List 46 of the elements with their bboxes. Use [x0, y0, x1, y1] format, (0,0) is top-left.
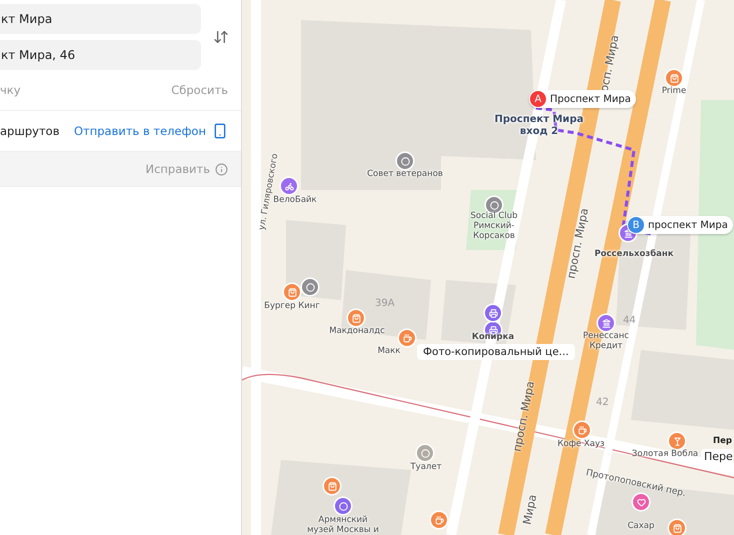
house-number: 39А: [375, 298, 395, 309]
bag-icon[interactable]: [284, 284, 300, 300]
place-label[interactable]: Золотая Вобла: [632, 450, 698, 460]
cocktail-icon[interactable]: [669, 433, 685, 449]
place-label[interactable]: Prime: [662, 87, 686, 97]
house-number: 44: [623, 315, 636, 326]
dot-icon[interactable]: [335, 498, 351, 514]
street-label: Мира: [520, 493, 540, 526]
place-label[interactable]: Армянский музей Москвы и: [307, 516, 379, 535]
bag-icon[interactable]: [348, 310, 364, 326]
bank-icon[interactable]: [598, 315, 614, 331]
ring-icon[interactable]: [486, 197, 502, 213]
place-label[interactable]: Макдоналдс: [329, 327, 385, 337]
to-field[interactable]: кт Мира, 46: [0, 40, 201, 70]
ring-icon[interactable]: [397, 153, 413, 169]
house-number: 42: [596, 397, 609, 408]
send-to-phone-link[interactable]: Отправить в телефон: [74, 123, 228, 139]
swap-icon[interactable]: [213, 29, 229, 45]
phone-icon: [212, 123, 228, 139]
place-label[interactable]: Сахар: [628, 522, 654, 532]
place-label[interactable]: Макк: [378, 347, 400, 357]
place-label: Пере: [701, 449, 733, 464]
place-label[interactable]: Копирка: [472, 333, 514, 343]
cup-icon[interactable]: [399, 330, 415, 346]
street-label: просп. Мира: [564, 207, 592, 280]
route-point-label[interactable]: B проспект Мира: [627, 216, 733, 234]
place-label[interactable]: Совет ветеранов: [367, 170, 443, 180]
place-label: Пер: [713, 436, 732, 446]
place-label[interactable]: Бургер Кинг: [264, 302, 320, 312]
toilet-icon[interactable]: [417, 445, 433, 461]
printer-icon[interactable]: [485, 305, 501, 321]
street-label: просп. Мира: [510, 380, 538, 453]
cup-icon[interactable]: [431, 512, 447, 528]
bicycle-icon[interactable]: [281, 178, 297, 194]
ring-icon[interactable]: [302, 279, 318, 295]
bag-icon[interactable]: [666, 70, 682, 86]
place-label[interactable]: Social Club Римский- Корсаков: [470, 212, 518, 242]
routes-label: аршрутов: [0, 124, 60, 138]
bag-icon[interactable]: [669, 520, 685, 535]
place-label[interactable]: Туалет: [410, 463, 442, 473]
route-point-label[interactable]: A Проспект Мира: [529, 90, 636, 108]
info-icon: [215, 162, 228, 176]
place-callout[interactable]: Фото-копировальный це...: [417, 344, 575, 360]
from-field[interactable]: кт Мира: [0, 4, 201, 34]
cup-icon[interactable]: [574, 422, 590, 438]
bag-icon[interactable]: [324, 478, 340, 494]
